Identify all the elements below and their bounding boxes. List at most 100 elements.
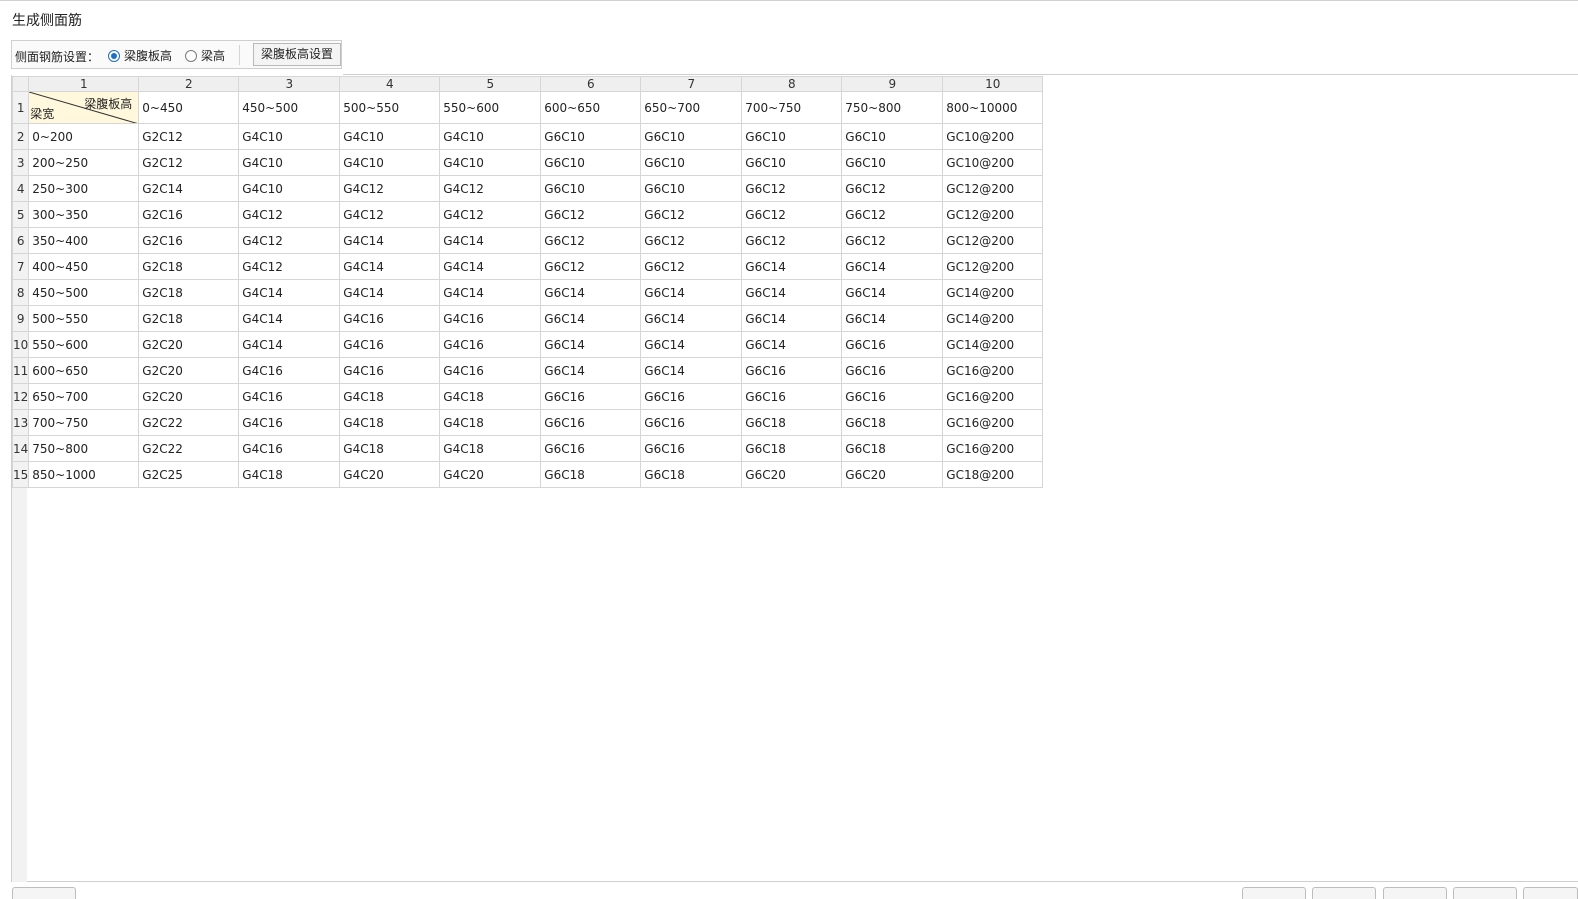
column-number[interactable]: 2: [138, 76, 240, 92]
rebar-spec-cell[interactable]: G6C12: [540, 253, 642, 280]
rebar-spec-cell[interactable]: G4C14: [238, 305, 341, 332]
column-number[interactable]: 10: [942, 76, 1044, 92]
bottom-button-3[interactable]: [1383, 887, 1447, 899]
web-height-range-cell[interactable]: 700~750: [741, 91, 843, 124]
rebar-spec-cell[interactable]: G6C10: [841, 149, 944, 176]
rebar-spec-cell[interactable]: G4C18: [439, 383, 542, 410]
rebar-spec-cell[interactable]: G4C14: [439, 227, 542, 254]
rebar-spec-cell[interactable]: GC10@200: [942, 149, 1044, 176]
bottom-button-2[interactable]: [1312, 887, 1376, 899]
rebar-spec-cell[interactable]: G4C16: [238, 409, 341, 436]
beam-width-range-cell[interactable]: 850~1000: [28, 461, 140, 488]
rebar-spec-cell[interactable]: G4C16: [339, 331, 441, 358]
beam-width-range-cell[interactable]: 600~650: [28, 357, 140, 384]
rebar-spec-cell[interactable]: G4C14: [339, 227, 441, 254]
rebar-spec-cell[interactable]: G6C16: [540, 435, 642, 462]
rebar-spec-cell[interactable]: G4C16: [439, 305, 542, 332]
rebar-spec-cell[interactable]: G6C14: [540, 305, 642, 332]
row-number[interactable]: 15: [11, 461, 30, 488]
rebar-spec-cell[interactable]: G6C16: [841, 357, 944, 384]
rebar-spec-cell[interactable]: GC16@200: [942, 435, 1044, 462]
rebar-spec-cell[interactable]: G6C16: [640, 409, 743, 436]
rebar-spec-cell[interactable]: G4C18: [339, 383, 441, 410]
rebar-spec-cell[interactable]: G6C14: [540, 357, 642, 384]
rebar-spec-cell[interactable]: G4C12: [339, 175, 441, 202]
rebar-spec-cell[interactable]: G6C16: [841, 331, 944, 358]
rebar-spec-cell[interactable]: G6C12: [841, 175, 944, 202]
rebar-spec-cell[interactable]: G6C12: [640, 227, 743, 254]
rebar-spec-cell[interactable]: G4C16: [339, 357, 441, 384]
row-number[interactable]: 2: [11, 123, 30, 150]
rebar-spec-cell[interactable]: G6C16: [540, 383, 642, 410]
row-number[interactable]: 11: [11, 357, 30, 384]
rebar-spec-cell[interactable]: G4C20: [439, 461, 542, 488]
radio-beam-height[interactable]: 梁高: [185, 47, 225, 64]
rebar-spec-cell[interactable]: G4C10: [238, 149, 341, 176]
column-number[interactable]: 6: [540, 76, 642, 92]
rebar-spec-cell[interactable]: G4C12: [439, 175, 542, 202]
rebar-spec-cell[interactable]: GC14@200: [942, 331, 1044, 358]
rebar-spec-cell[interactable]: G4C14: [439, 253, 542, 280]
rebar-spec-cell[interactable]: GC16@200: [942, 409, 1044, 436]
column-number[interactable]: 4: [339, 76, 441, 92]
web-height-range-cell[interactable]: 600~650: [540, 91, 642, 124]
rebar-spec-cell[interactable]: G6C14: [640, 357, 743, 384]
rebar-spec-cell[interactable]: G4C14: [238, 279, 341, 306]
rebar-spec-cell[interactable]: G4C16: [439, 357, 542, 384]
column-number[interactable]: 8: [741, 76, 843, 92]
rebar-spec-cell[interactable]: G6C16: [540, 409, 642, 436]
column-number[interactable]: 5: [439, 76, 542, 92]
grid-corner[interactable]: [11, 76, 30, 92]
rebar-spec-cell[interactable]: GC14@200: [942, 305, 1044, 332]
rebar-spec-cell[interactable]: G2C22: [138, 409, 240, 436]
rebar-spec-cell[interactable]: G4C12: [339, 201, 441, 228]
rebar-spec-cell[interactable]: G4C12: [238, 253, 341, 280]
rebar-spec-cell[interactable]: G6C18: [841, 409, 944, 436]
row-number[interactable]: 13: [11, 409, 30, 436]
rebar-spec-cell[interactable]: G6C14: [540, 331, 642, 358]
rebar-spec-cell[interactable]: G6C16: [640, 435, 743, 462]
diagonal-header-cell[interactable]: 梁腹板高 梁宽: [28, 91, 140, 124]
rebar-spec-cell[interactable]: G4C16: [238, 435, 341, 462]
column-number[interactable]: 9: [841, 76, 944, 92]
rebar-spec-cell[interactable]: G6C10: [540, 123, 642, 150]
rebar-spec-cell[interactable]: G6C14: [741, 253, 843, 280]
row-number[interactable]: 8: [11, 279, 30, 306]
rebar-spec-cell[interactable]: GC12@200: [942, 175, 1044, 202]
beam-width-range-cell[interactable]: 650~700: [28, 383, 140, 410]
radio-checked-icon[interactable]: [108, 49, 120, 62]
rebar-spec-cell[interactable]: G4C18: [439, 409, 542, 436]
rebar-spec-cell[interactable]: G6C14: [640, 279, 743, 306]
rebar-spec-cell[interactable]: G4C10: [339, 123, 441, 150]
rebar-spec-cell[interactable]: G6C10: [741, 123, 843, 150]
rebar-spec-cell[interactable]: G6C16: [640, 383, 743, 410]
row-number[interactable]: 14: [11, 435, 30, 462]
web-height-range-cell[interactable]: 800~10000: [942, 91, 1044, 124]
rebar-spec-cell[interactable]: GC10@200: [942, 123, 1044, 150]
rebar-spec-cell[interactable]: G2C16: [138, 201, 240, 228]
beam-width-range-cell[interactable]: 400~450: [28, 253, 140, 280]
row-number[interactable]: 10: [11, 331, 30, 358]
rebar-spec-cell[interactable]: G6C16: [741, 357, 843, 384]
rebar-spec-cell[interactable]: G4C12: [238, 227, 341, 254]
rebar-spec-cell[interactable]: G6C12: [741, 175, 843, 202]
rebar-spec-cell[interactable]: GC16@200: [942, 357, 1044, 384]
rebar-spec-cell[interactable]: G2C12: [138, 123, 240, 150]
rebar-spec-cell[interactable]: G6C16: [841, 383, 944, 410]
rebar-spec-cell[interactable]: G4C14: [339, 253, 441, 280]
rebar-spec-cell[interactable]: G6C10: [540, 149, 642, 176]
column-number[interactable]: 7: [640, 76, 743, 92]
rebar-spec-cell[interactable]: G6C18: [640, 461, 743, 488]
rebar-spec-cell[interactable]: G6C12: [540, 227, 642, 254]
beam-width-range-cell[interactable]: 750~800: [28, 435, 140, 462]
beam-width-range-cell[interactable]: 700~750: [28, 409, 140, 436]
rebar-spec-cell[interactable]: G4C10: [439, 123, 542, 150]
rebar-spec-cell[interactable]: G6C14: [841, 279, 944, 306]
bottom-left-button[interactable]: [12, 887, 76, 899]
row-number[interactable]: 3: [11, 149, 30, 176]
rebar-spec-cell[interactable]: G4C16: [238, 383, 341, 410]
rebar-spec-cell[interactable]: G6C10: [540, 175, 642, 202]
row-number[interactable]: 6: [11, 227, 30, 254]
rebar-spec-cell[interactable]: G6C14: [841, 305, 944, 332]
rebar-spec-cell[interactable]: G6C14: [741, 305, 843, 332]
